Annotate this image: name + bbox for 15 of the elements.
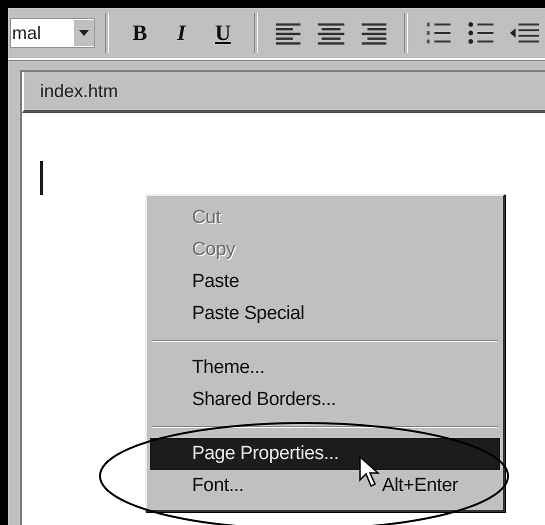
text-cursor [40, 161, 43, 195]
italic-button[interactable]: I [160, 15, 202, 51]
menu-item[interactable]: Paste [150, 266, 500, 298]
menu-item[interactable]: Page Properties... [150, 438, 500, 470]
style-field[interactable]: mal [10, 18, 96, 48]
document-tab[interactable]: index.htm [22, 72, 545, 113]
underline-button[interactable]: U [202, 15, 244, 51]
menu-item[interactable]: Font... Alt+Enter [150, 470, 500, 502]
shortcut-label: Alt+Enter [382, 475, 458, 497]
mouse-pointer-icon [359, 456, 381, 488]
menu-item[interactable]: Theme... [150, 352, 500, 384]
bold-button[interactable]: B [119, 15, 161, 51]
dropdown-arrow-icon [79, 30, 90, 36]
menu-item[interactable]: Shared Borders... [150, 384, 500, 416]
menu-item[interactable]: Paste Special [150, 298, 500, 330]
